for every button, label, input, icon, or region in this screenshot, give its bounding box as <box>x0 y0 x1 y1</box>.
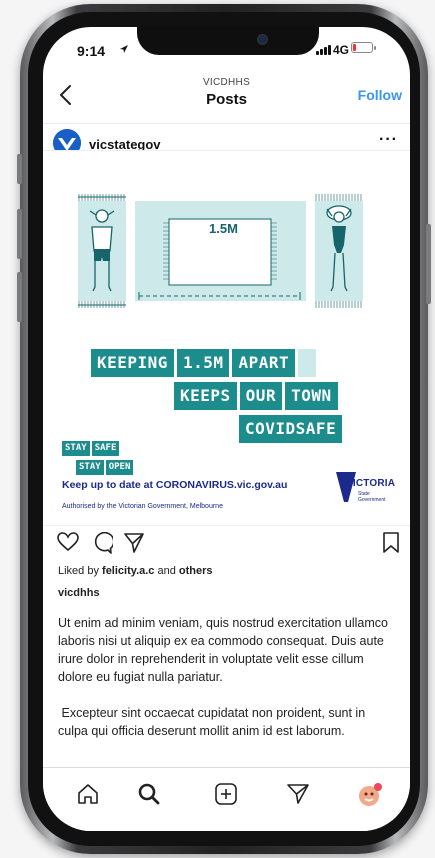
battery-icon <box>351 42 376 53</box>
cellular-signal-icon <box>316 44 331 55</box>
front-camera <box>257 34 268 45</box>
headline-word: KEEPS <box>174 382 237 410</box>
phone-screen: 9:14 4G VICDHHS Posts Follow vicstategov <box>43 27 410 831</box>
volume-down-button <box>17 272 22 322</box>
headline-word: COVIDSAFE <box>239 415 343 443</box>
post-actions <box>43 527 410 559</box>
headline-word: TOWN <box>285 382 338 410</box>
mute-switch <box>17 154 22 184</box>
location-arrow-icon <box>119 44 129 57</box>
stay-open-badge: STAY OPEN <box>76 456 135 475</box>
share-icon[interactable] <box>123 532 145 559</box>
new-post-icon[interactable] <box>214 782 238 806</box>
direct-message-icon[interactable] <box>286 782 310 806</box>
caption-paragraph: Excepteur sint occaecat cupidatat non pr… <box>58 706 369 738</box>
battery-level <box>353 44 356 51</box>
badge-word: OPEN <box>105 460 134 475</box>
likes-text: Liked by felicity.a.c and others <box>58 565 213 577</box>
more-options-icon[interactable]: ··· <box>379 131 398 149</box>
badge-word: SAFE <box>91 441 120 456</box>
caption-paragraph: Ut enim ad minim veniam, quis nostrud ex… <box>58 616 388 684</box>
page-title: Posts <box>206 91 247 108</box>
distance-label: 1.5M <box>209 221 238 236</box>
headline-line-3: COVIDSAFE <box>239 415 345 443</box>
post-image[interactable]: 1.5M KEEPING 1.5M APART KEEPS OUR TOWN C… <box>43 150 410 526</box>
badge-word: STAY <box>76 460 104 475</box>
power-button <box>426 224 431 304</box>
likes-prefix: Liked by <box>58 565 103 577</box>
beach-towel-illustration <box>78 194 363 308</box>
keep-up-to-date-text: Keep up to date at CORONAVIRUS.vic.gov.a… <box>62 479 288 491</box>
network-type: 4G <box>333 43 350 57</box>
like-heart-icon[interactable] <box>57 532 79 557</box>
volume-up-button <box>17 209 22 259</box>
tab-bar <box>43 767 410 831</box>
search-icon[interactable] <box>137 782 161 806</box>
logo-sub-government: Government <box>358 497 386 503</box>
headline-word: APART <box>232 349 296 377</box>
likes-middle: and <box>154 565 179 577</box>
caption-author[interactable]: vicdhhs <box>58 587 100 599</box>
comment-icon[interactable] <box>91 531 115 559</box>
profile-avatar[interactable] <box>357 782 382 806</box>
badge-word: STAY <box>62 441 90 456</box>
nav-header: VICDHHS Posts Follow <box>43 71 410 124</box>
headline-line-2: KEEPS OUR TOWN <box>174 382 341 410</box>
notch <box>137 27 319 55</box>
stay-safe-badge: STAY SAFE <box>62 437 121 456</box>
headline-spacer <box>298 349 317 377</box>
headline-word: 1.5M <box>176 349 230 377</box>
liked-by-user[interactable]: felicity.a.c <box>102 565 154 577</box>
follow-button[interactable]: Follow <box>358 87 402 103</box>
post-caption: Ut enim ad minim veniam, quis nostrud ex… <box>58 614 398 758</box>
home-icon[interactable] <box>76 782 100 806</box>
status-time: 9:14 <box>77 43 106 59</box>
headline-word: KEEPING <box>91 349 174 377</box>
bookmark-icon[interactable] <box>383 532 399 559</box>
header-subtitle: VICDHHS <box>202 77 251 88</box>
headline-line-1: KEEPING 1.5M APART <box>91 349 319 377</box>
authorised-text: Authorised by the Victorian Government, … <box>62 503 223 510</box>
liked-by-others[interactable]: others <box>179 565 213 577</box>
logo-wordmark: VICTORIA <box>346 478 396 489</box>
headline-word: OUR <box>239 382 283 410</box>
